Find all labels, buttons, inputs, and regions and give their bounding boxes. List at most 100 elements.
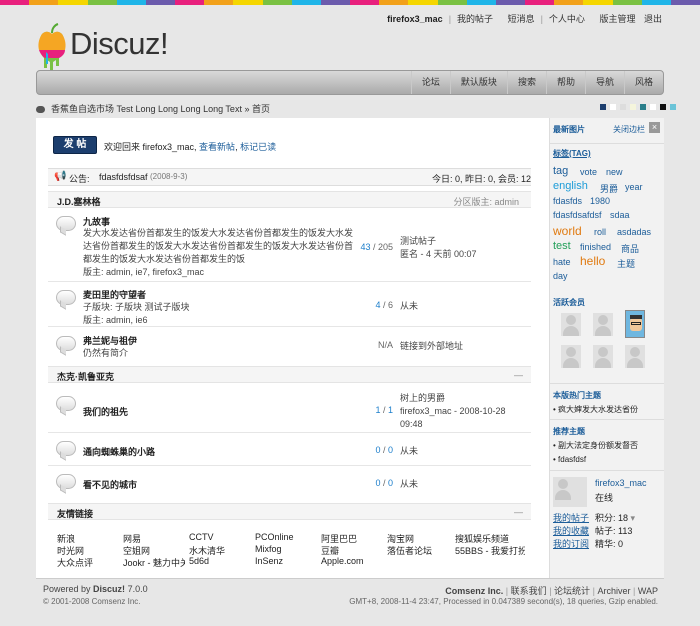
thread-count: 43 bbox=[360, 242, 371, 252]
wap-link[interactable]: WAP bbox=[638, 586, 658, 596]
recommended-item[interactable]: • fdasfdsf bbox=[553, 455, 586, 464]
forum-subforums[interactable]: 子版块: 子版块 测试子版块 bbox=[83, 300, 190, 313]
mark-read-link[interactable]: 标记已读 bbox=[240, 142, 276, 152]
friend-link[interactable]: InSenz bbox=[255, 556, 283, 566]
tag-link[interactable]: 1980 bbox=[590, 196, 610, 206]
product-link[interactable]: Discuz! bbox=[93, 584, 125, 594]
tag-link[interactable]: vote bbox=[580, 167, 597, 177]
my-favorites-link[interactable]: 我的收藏 bbox=[553, 524, 589, 537]
style-swatch[interactable] bbox=[620, 104, 626, 110]
nav-item[interactable]: 风格 bbox=[623, 71, 663, 94]
nav-item[interactable]: 论坛 bbox=[410, 71, 450, 94]
username-link[interactable]: firefox3_mac bbox=[387, 14, 443, 24]
recommended-item[interactable]: • 副大法定身份额发督否 bbox=[553, 440, 638, 451]
tag-link[interactable]: day bbox=[553, 271, 568, 281]
my-subscriptions-link[interactable]: 我的订阅 bbox=[553, 537, 589, 550]
last-post[interactable]: 链接到外部地址 bbox=[400, 340, 463, 353]
style-swatch[interactable] bbox=[630, 104, 636, 110]
collapse-icon[interactable]: — bbox=[514, 507, 523, 517]
tag-link[interactable]: tag bbox=[553, 165, 568, 177]
tag-link[interactable]: sdaa bbox=[610, 210, 630, 220]
style-swatch[interactable] bbox=[600, 104, 606, 110]
style-swatch[interactable] bbox=[670, 104, 676, 110]
category-title[interactable]: 杰克·凯鲁亚克 bbox=[57, 370, 114, 383]
style-swatch[interactable] bbox=[650, 104, 656, 110]
my-posts-sidebar-link[interactable]: 我的帖子 bbox=[553, 511, 589, 524]
rainbow-segment bbox=[408, 0, 438, 5]
nav-item[interactable]: 搜索 bbox=[506, 71, 546, 94]
style-swatch[interactable] bbox=[640, 104, 646, 110]
view-new-posts-link[interactable]: 查看新帖 bbox=[199, 142, 235, 152]
friend-link[interactable]: 大众点评 bbox=[57, 556, 93, 569]
forum-title[interactable]: 通向蜘蛛巢的小路 bbox=[83, 445, 155, 458]
close-sidebar-link[interactable]: 关闭边栏 bbox=[613, 124, 645, 135]
tag-link[interactable]: hate bbox=[553, 257, 571, 267]
rainbow-segment bbox=[291, 0, 321, 5]
friend-link[interactable]: Apple.com bbox=[321, 556, 364, 566]
thread-count: 0 bbox=[375, 478, 381, 488]
avatar[interactable] bbox=[625, 345, 645, 368]
site-logo[interactable]: Discuz! bbox=[36, 22, 169, 72]
friend-link[interactable]: Mixfog bbox=[255, 544, 282, 554]
last-post-title[interactable]: 测试帖子 bbox=[400, 235, 477, 248]
close-icon[interactable]: × bbox=[649, 122, 660, 133]
stats-link[interactable]: 论坛统计 bbox=[554, 586, 590, 596]
hot-topic-item[interactable]: • 疯大婶发大水发达省份 bbox=[553, 404, 638, 415]
tag-link[interactable]: english bbox=[553, 180, 588, 192]
moderate-link[interactable]: 版主管理 bbox=[599, 14, 635, 24]
friend-link[interactable]: Jookr - 魅力中关村 bbox=[123, 556, 185, 569]
style-swatches bbox=[600, 104, 676, 110]
tag-link[interactable]: year bbox=[625, 182, 643, 192]
tag-link[interactable]: 主题 bbox=[617, 257, 635, 270]
tag-link[interactable]: asdadas bbox=[617, 227, 651, 237]
forum-title[interactable]: 看不见的城市 bbox=[83, 478, 137, 491]
breadcrumb-text[interactable]: 香蕉鱼自选市场 Test Long Long Long Long Text » … bbox=[51, 104, 270, 114]
rainbow-segment bbox=[350, 0, 380, 5]
avatar[interactable] bbox=[625, 310, 645, 338]
style-swatch[interactable] bbox=[660, 104, 666, 110]
user-name-link[interactable]: firefox3_mac bbox=[595, 478, 647, 488]
forum-title[interactable]: 我们的祖先 bbox=[83, 405, 128, 418]
nav-item[interactable]: 导航 bbox=[584, 71, 624, 94]
avatar[interactable] bbox=[593, 345, 613, 368]
last-post-title[interactable]: 树上的男爵 bbox=[400, 392, 506, 405]
tag-link[interactable]: fdasfds bbox=[553, 196, 582, 206]
tag-link[interactable]: roll bbox=[594, 227, 606, 237]
friend-link[interactable]: 落伍者论坛 bbox=[387, 544, 432, 557]
messages-link[interactable]: 短消息 bbox=[508, 14, 535, 24]
friend-link[interactable]: CCTV bbox=[189, 532, 214, 542]
notice-date: (2008-9-3) bbox=[150, 172, 188, 181]
archiver-link[interactable]: Archiver bbox=[597, 586, 630, 596]
new-post-button[interactable]: 发 帖 bbox=[53, 136, 97, 154]
tag-link[interactable]: new bbox=[606, 167, 623, 177]
company-link[interactable]: Comsenz Inc. bbox=[445, 586, 503, 596]
profile-link[interactable]: 个人中心 bbox=[549, 14, 585, 24]
user-points[interactable]: 积分: 18 ▾ bbox=[595, 511, 635, 524]
tag-link[interactable]: world bbox=[553, 224, 582, 238]
avatar[interactable] bbox=[561, 313, 581, 336]
friend-link[interactable]: 5d6d bbox=[189, 556, 209, 566]
notice-text[interactable]: fdasfdsfdsaf bbox=[99, 172, 148, 182]
logout-link[interactable]: 退出 bbox=[644, 14, 662, 24]
contact-link[interactable]: 联系我们 bbox=[511, 586, 547, 596]
friend-link[interactable]: 55BBS - 我爱打扮 bbox=[455, 544, 525, 557]
tag-link[interactable]: fdasfdsafdsf bbox=[553, 210, 602, 220]
category-title[interactable]: J.D.塞林格 bbox=[57, 195, 101, 208]
tag-link[interactable]: 男爵 bbox=[600, 182, 618, 195]
nav-item[interactable]: 默认版块 bbox=[449, 71, 507, 94]
tag-link[interactable]: hello bbox=[580, 254, 605, 268]
avatar[interactable] bbox=[561, 345, 581, 368]
post-count: 0 bbox=[387, 478, 393, 488]
tag-link[interactable]: test bbox=[553, 240, 571, 252]
user-avatar[interactable] bbox=[553, 477, 587, 507]
collapse-icon[interactable]: — bbox=[514, 370, 523, 380]
friend-link[interactable]: PCOnline bbox=[255, 532, 294, 542]
tag-link[interactable]: finished bbox=[580, 242, 611, 252]
style-swatch[interactable] bbox=[610, 104, 616, 110]
tags-title[interactable]: 标签(TAG) bbox=[553, 148, 591, 159]
avatar[interactable] bbox=[593, 313, 613, 336]
forum-moderators: 版主: admin, ie6 bbox=[83, 315, 148, 325]
my-posts-link[interactable]: 我的帖子 bbox=[457, 14, 493, 24]
tag-link[interactable]: 商品 bbox=[621, 242, 639, 255]
nav-item[interactable]: 帮助 bbox=[545, 71, 585, 94]
